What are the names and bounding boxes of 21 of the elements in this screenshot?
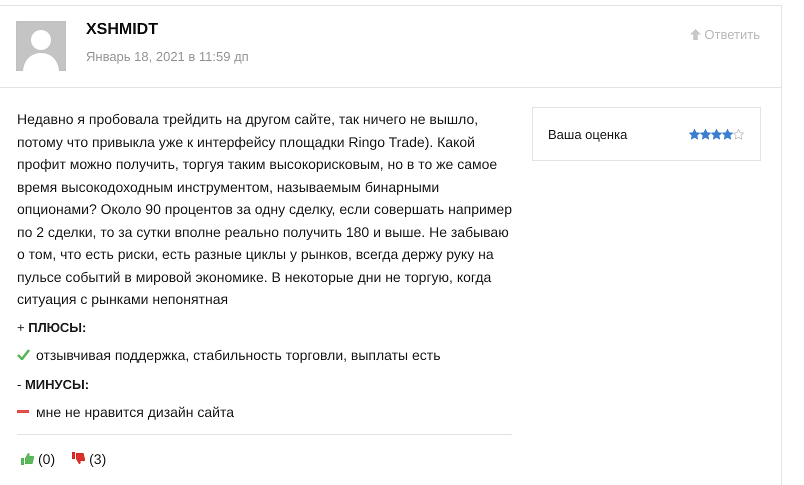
star-rating[interactable] bbox=[689, 128, 744, 140]
author-name: XSHMIDT bbox=[86, 21, 159, 39]
minus-icon bbox=[17, 410, 29, 413]
section-heading: - МИНУСЫ: bbox=[17, 376, 90, 392]
list-item: отзывчивая поддержка, стабильность торговли, выплаты есть bbox=[36, 346, 441, 362]
filled-star-icon bbox=[689, 128, 700, 140]
check-icon bbox=[17, 349, 30, 360]
filled-star-icon bbox=[711, 128, 722, 140]
review-text: Недавно я пробовала трейдить на другом сайте, так ничего не вышло, потому что привыкла уже к интерфейсу площадки Ringo Trade). Какой профит можно получить, торгуя таким высокорисковым, но в то же самое время высокодоходным инструментом, называемым бинарными опционами? Около 90 процентов за одну сделку, если совершать например по 2 сделки, то за сутки вполне реально получить 180 и выше. Не забываю о том, что есть риски, есть разные циклы у рынков, всегда держу руку на пульсе событий в мировой экономике. В некоторые дни не торгую, когда ситуация с рынками непонятная bbox=[17, 110, 512, 309]
comment-date: Январь 18, 2021 в 11:59 дп bbox=[86, 49, 250, 64]
list-item: мне не нравится дизайн сайта bbox=[36, 404, 234, 420]
filled-star-icon bbox=[722, 128, 733, 140]
section-heading: + ПЛЮСЫ: bbox=[17, 320, 88, 336]
arrow-up-icon bbox=[690, 29, 702, 40]
like-button[interactable]: (0) bbox=[21, 450, 56, 466]
dislike-button[interactable]: (3) bbox=[72, 450, 106, 466]
filled-star-icon bbox=[700, 128, 711, 140]
rating-label: Ваша оценка bbox=[548, 126, 628, 142]
thumbs-up-icon bbox=[21, 452, 34, 465]
avatar-icon bbox=[16, 21, 66, 71]
thumbs-down-icon bbox=[72, 452, 86, 465]
